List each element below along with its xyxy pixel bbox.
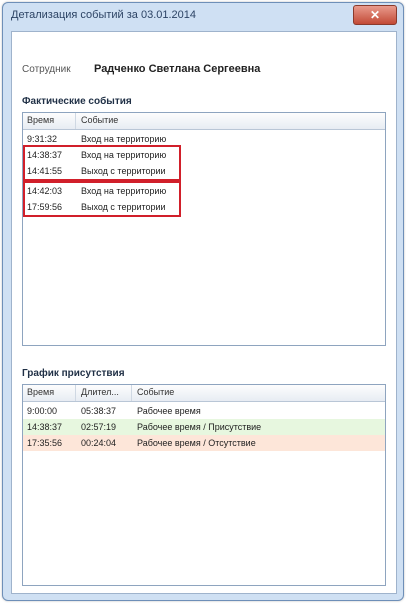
highlight-box (23, 145, 181, 181)
presence-table[interactable]: Время Длител... Событие 9:00:00 05:38:37… (22, 384, 386, 586)
window-client-area: Сотрудник Радченко Светлана Сергеевна Фа… (11, 31, 397, 594)
row-time: 9:31:32 (27, 134, 58, 144)
row-time: 17:35:56 (27, 438, 63, 448)
column-separator (75, 113, 76, 129)
events-col-event[interactable]: Событие (81, 115, 118, 125)
presence-col-event[interactable]: Событие (137, 387, 174, 397)
row-duration: 00:24:04 (81, 438, 117, 448)
row-duration: 05:38:37 (81, 406, 117, 416)
employee-label: Сотрудник (22, 64, 71, 75)
column-separator (131, 385, 132, 401)
title-bar[interactable]: Детализация событий за 03.01.2014 ✕ (3, 3, 403, 29)
table-row[interactable]: 14:38:37 02:57:19 Рабочее время / Присут… (23, 419, 385, 435)
events-table-header: Время Событие (23, 113, 385, 130)
close-button[interactable]: ✕ (353, 5, 397, 25)
row-event: Рабочее время / Отсутствие (137, 438, 256, 448)
row-event: Рабочее время / Присутствие (137, 422, 262, 432)
event-detail-window: Детализация событий за 03.01.2014 ✕ Сотр… (2, 2, 404, 601)
presence-section-title: График присутствия (22, 368, 125, 379)
row-time: 9:00:00 (27, 406, 58, 416)
events-table[interactable]: Время Событие 9:31:32 Вход на территорию… (22, 112, 386, 346)
events-section-title: Фактические события (22, 96, 132, 107)
table-row[interactable]: 17:35:56 00:24:04 Рабочее время / Отсутс… (23, 435, 385, 451)
employee-name: Радченко Светлана Сергеевна (94, 63, 261, 75)
presence-table-header: Время Длител... Событие (23, 385, 385, 402)
events-col-time[interactable]: Время (27, 115, 54, 125)
presence-col-time[interactable]: Время (27, 387, 54, 397)
row-duration: 02:57:19 (81, 422, 117, 432)
row-time: 14:38:37 (27, 422, 63, 432)
window-title: Детализация событий за 03.01.2014 (11, 9, 197, 21)
row-event: Вход на территорию (81, 134, 167, 144)
presence-col-duration[interactable]: Длител... (81, 387, 119, 397)
highlight-box (23, 181, 181, 217)
column-separator (75, 385, 76, 401)
row-event: Рабочее время (137, 406, 201, 416)
table-row[interactable]: 9:00:00 05:38:37 Рабочее время (23, 403, 385, 419)
